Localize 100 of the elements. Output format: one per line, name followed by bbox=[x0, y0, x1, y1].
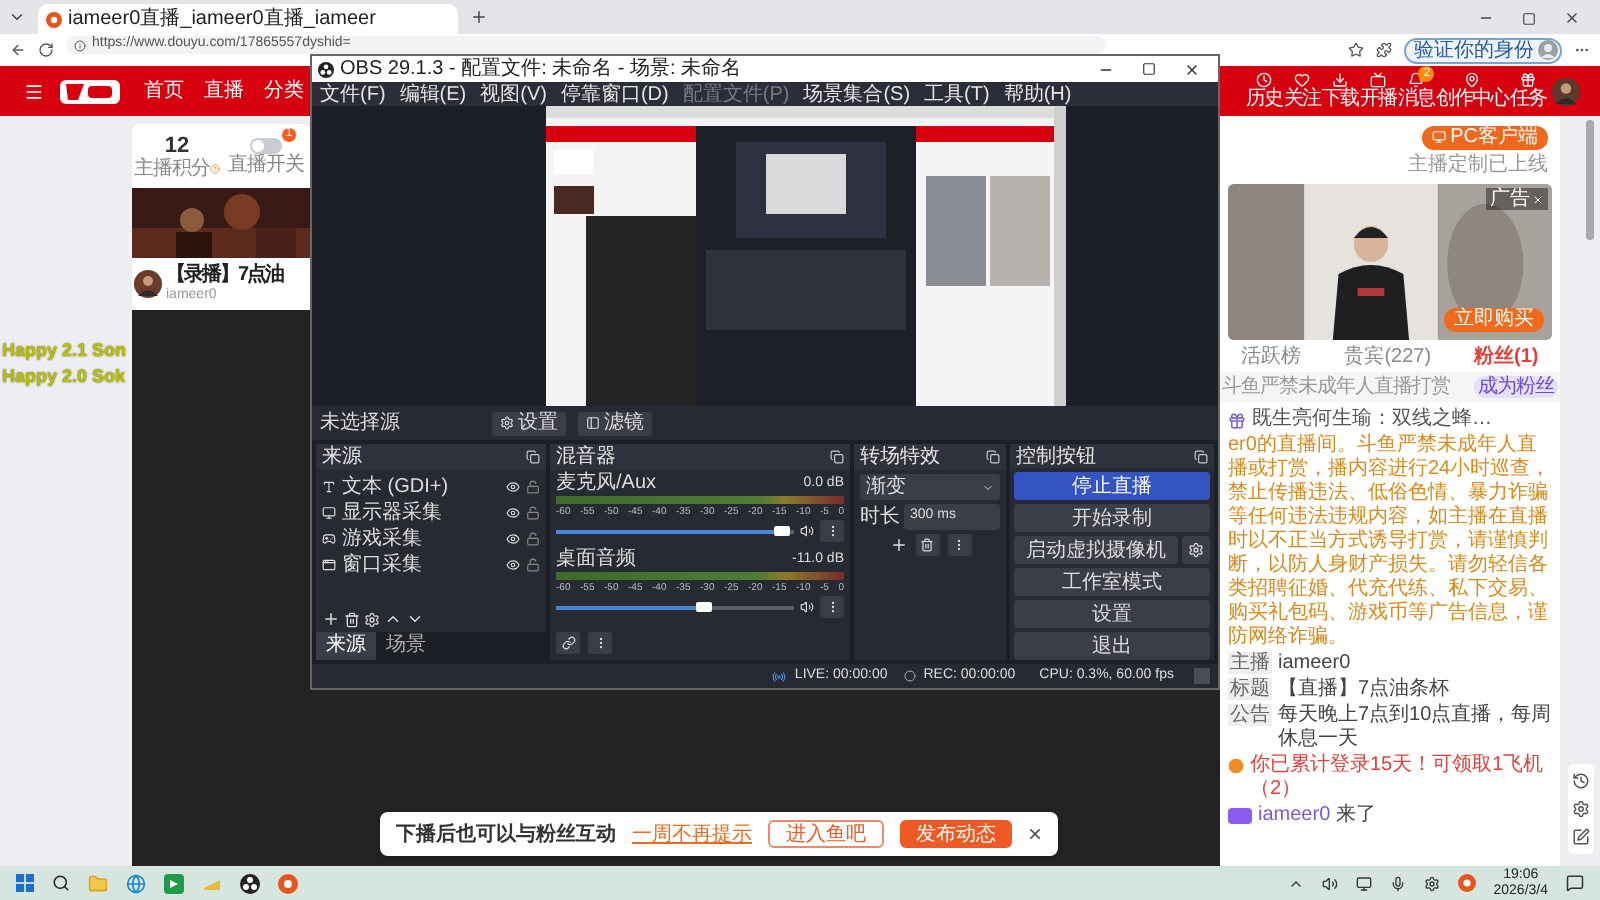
source-item[interactable]: 文本 (GDI+) bbox=[342, 475, 500, 497]
avatar-icon bbox=[1538, 40, 1558, 60]
reload-icon[interactable] bbox=[38, 42, 54, 58]
notifications-icon[interactable] bbox=[1566, 874, 1584, 892]
panel-tab[interactable]: 活跃榜 bbox=[1241, 345, 1302, 367]
transition-select[interactable]: 渐变 bbox=[860, 474, 1000, 500]
trash-icon[interactable] bbox=[344, 611, 360, 627]
dock-tab[interactable]: 来源 bbox=[316, 632, 376, 660]
panel-icon bbox=[586, 416, 600, 430]
eye-icon[interactable] bbox=[506, 531, 520, 545]
header-action-button[interactable]: 下载 bbox=[1322, 72, 1358, 110]
favorite-icon[interactable] bbox=[1348, 42, 1364, 58]
control-button[interactable]: 停止直播 bbox=[1014, 472, 1210, 500]
nav-link[interactable]: 直播 bbox=[204, 76, 244, 106]
new-tab-icon[interactable] bbox=[470, 8, 488, 26]
control-button[interactable]: 设置 bbox=[1014, 600, 1210, 628]
add-icon[interactable] bbox=[322, 610, 340, 628]
room-title[interactable]: 【录播】7点油 bbox=[166, 264, 284, 286]
eye-icon[interactable] bbox=[506, 479, 520, 493]
move-up-icon[interactable] bbox=[384, 610, 402, 628]
maximize-icon[interactable] bbox=[1142, 62, 1156, 76]
settings-button[interactable] bbox=[1182, 536, 1210, 564]
speaker-icon[interactable] bbox=[1321, 875, 1338, 891]
volume-slider[interactable] bbox=[556, 526, 794, 536]
unlock-icon[interactable] bbox=[526, 557, 540, 571]
undock-icon[interactable] bbox=[1194, 449, 1208, 463]
close-icon[interactable] bbox=[1184, 61, 1200, 77]
live-switch[interactable] bbox=[250, 137, 282, 153]
add-icon[interactable] bbox=[889, 536, 907, 554]
app-icon[interactable] bbox=[164, 873, 184, 893]
control-button[interactable]: 开始录制 bbox=[1014, 504, 1210, 532]
panel-tab[interactable]: 贵宾(227) bbox=[1344, 345, 1432, 367]
control-button[interactable]: 退出 bbox=[1014, 632, 1210, 660]
become-fan-button[interactable]: 成为粉丝 bbox=[1474, 376, 1558, 398]
app-icon[interactable] bbox=[278, 873, 298, 893]
source-item[interactable]: 显示器采集 bbox=[342, 501, 500, 523]
menu-item[interactable]: 场景集合(S) bbox=[803, 83, 911, 105]
close-button[interactable]: × bbox=[1028, 822, 1043, 846]
verify-identity-button[interactable]: 验证你的身份 bbox=[1404, 37, 1562, 63]
menu-item[interactable]: 文件(F) bbox=[320, 83, 386, 105]
dock-tab[interactable]: 场景 bbox=[376, 632, 436, 660]
search-icon[interactable] bbox=[52, 874, 70, 892]
menu-item[interactable]: 视图(V) bbox=[480, 83, 547, 105]
control-button[interactable]: 工作室模式 bbox=[1014, 568, 1210, 596]
header-action-button[interactable]: 关注 bbox=[1284, 72, 1320, 110]
close-icon[interactable] bbox=[1564, 10, 1580, 26]
unlock-icon[interactable] bbox=[526, 479, 540, 493]
menu-item[interactable]: 帮助(H) bbox=[1003, 83, 1072, 105]
user-link[interactable]: iameer0 bbox=[1258, 804, 1331, 826]
maximize-icon[interactable] bbox=[1522, 11, 1536, 25]
history-icon[interactable] bbox=[1571, 772, 1589, 790]
unlock-icon[interactable] bbox=[526, 505, 540, 519]
browser-tab[interactable]: iameer0直播_iameer0直播_iameer bbox=[38, 4, 458, 34]
control-button[interactable]: 启动虚拟摄像机 bbox=[1014, 536, 1178, 564]
menu-item[interactable]: 编辑(E) bbox=[399, 83, 467, 105]
switch-knob bbox=[252, 139, 264, 151]
settings-icon[interactable] bbox=[1571, 800, 1589, 818]
more-icon[interactable] bbox=[952, 538, 966, 552]
header-action-button[interactable]: 任务 bbox=[1510, 72, 1546, 110]
tv-icon bbox=[1370, 72, 1386, 88]
panel-tab[interactable]: 粉丝(1) bbox=[1474, 345, 1539, 367]
header-action-button[interactable]: 历史 bbox=[1246, 72, 1282, 110]
windows-icon[interactable] bbox=[16, 874, 34, 892]
speaker-icon[interactable] bbox=[800, 600, 814, 614]
toolbar-button[interactable]: 滤镜 bbox=[578, 411, 652, 435]
ad-label: 广告 bbox=[1486, 188, 1548, 210]
undock-icon[interactable] bbox=[986, 450, 1000, 464]
obs-logo bbox=[318, 61, 334, 77]
source-item[interactable]: 窗口采集 bbox=[342, 553, 500, 575]
menu-icon[interactable] bbox=[24, 81, 44, 101]
header-action-button[interactable]: 创作中心 bbox=[1436, 72, 1508, 110]
trash-icon[interactable] bbox=[920, 538, 934, 552]
unlock-icon[interactable] bbox=[526, 531, 540, 545]
nav-link[interactable]: 首页 bbox=[144, 76, 184, 106]
gear-icon[interactable] bbox=[1423, 875, 1440, 891]
move-down-icon[interactable] bbox=[406, 610, 424, 628]
back-icon[interactable] bbox=[10, 42, 26, 58]
speaker-icon[interactable] bbox=[800, 524, 814, 538]
header-action-button[interactable]: 开播 bbox=[1360, 72, 1396, 110]
eye-icon[interactable] bbox=[506, 505, 520, 519]
edit-icon[interactable] bbox=[1571, 828, 1589, 846]
download-icon bbox=[1332, 72, 1348, 88]
obs-icon[interactable] bbox=[240, 873, 260, 893]
chat-message: 你已累计登录15天！可领取1飞机（2） bbox=[1250, 754, 1546, 802]
volume-slider[interactable] bbox=[556, 602, 794, 612]
tab-list-icon[interactable] bbox=[8, 8, 26, 26]
monitor-icon[interactable] bbox=[1355, 875, 1372, 891]
mic-icon[interactable] bbox=[1389, 875, 1406, 891]
toolbar-button[interactable]: 设置 bbox=[492, 411, 566, 435]
extensions-icon[interactable] bbox=[1376, 42, 1392, 58]
browser-icon[interactable] bbox=[126, 873, 146, 893]
eye-icon[interactable] bbox=[506, 557, 520, 571]
nav-link[interactable]: 分类 bbox=[264, 76, 304, 106]
menu-item[interactable]: 停靠窗口(D) bbox=[560, 83, 669, 105]
menu-item[interactable]: 工具(T) bbox=[924, 83, 990, 105]
link-icon[interactable] bbox=[561, 636, 575, 650]
undock-icon[interactable] bbox=[526, 450, 540, 464]
undock-icon[interactable] bbox=[830, 450, 844, 464]
source-item[interactable]: 游戏采集 bbox=[342, 527, 500, 549]
app-icon[interactable] bbox=[1457, 874, 1476, 892]
